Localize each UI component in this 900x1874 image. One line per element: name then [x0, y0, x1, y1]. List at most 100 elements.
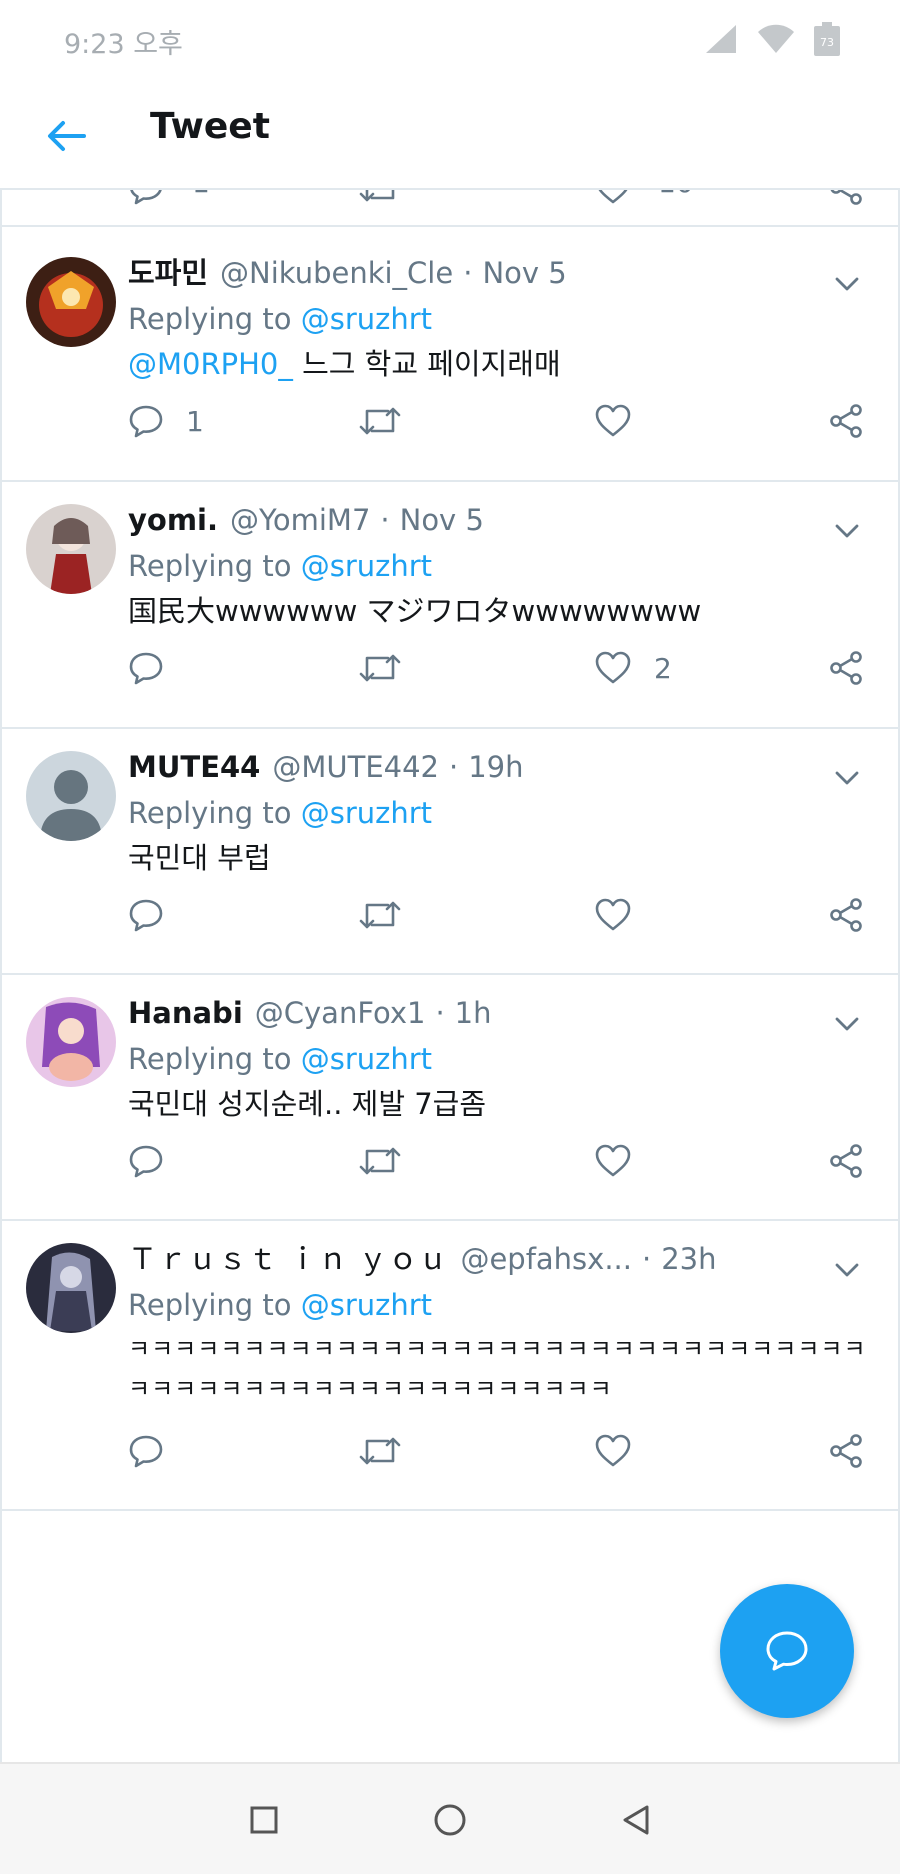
system-back-button[interactable] [614, 1798, 658, 1842]
retweet-icon [359, 1437, 401, 1465]
tweet-actions: 1 [128, 403, 868, 453]
replying-to-line: Replying to @sruzhrt [128, 1039, 868, 1079]
replying-to-label: Replying to [128, 549, 292, 583]
avatar[interactable] [26, 504, 116, 594]
replying-to-mention[interactable]: @sruzhrt [301, 549, 432, 583]
like-icon [595, 404, 631, 437]
avatar-image [26, 1243, 116, 1333]
user-handle[interactable]: @MUTE442 [272, 747, 439, 787]
tweet-actions: 2 [128, 650, 868, 700]
avatar[interactable] [26, 751, 116, 841]
default-avatar-icon [26, 751, 116, 841]
like-button[interactable] [594, 403, 654, 439]
reply-tweet[interactable]: MUTE44 @MUTE442 · 19h Replying to @sruzh… [2, 729, 898, 975]
chevron-down-icon[interactable] [830, 267, 864, 301]
reply-tweet[interactable]: Ｔｒｕｓｔ ｉｎ ｙｏｕ @epfahsx... · 23h Replying … [2, 1221, 898, 1511]
share-button[interactable] [828, 1143, 864, 1179]
replying-to-line: Replying to @sruzhrt [128, 546, 868, 586]
avatar[interactable] [26, 997, 116, 1087]
previous-like-count: 10 [658, 190, 694, 199]
replying-to-label: Replying to [128, 796, 292, 830]
back-button[interactable] [40, 110, 92, 162]
user-handle[interactable]: @Nikubenki_Cle [220, 253, 453, 293]
reply-button[interactable] [128, 650, 186, 686]
signal-icon [706, 25, 736, 53]
share-icon[interactable] [828, 190, 864, 206]
previous-reply-count: 1 [192, 190, 210, 199]
tweet-content: MUTE44 @MUTE442 · 19h Replying to @sruzh… [128, 747, 868, 879]
chevron-down-icon[interactable] [830, 1007, 864, 1041]
compose-reply-button[interactable] [720, 1584, 854, 1718]
chevron-down-icon[interactable] [830, 1253, 864, 1287]
retweet-button[interactable] [358, 897, 424, 933]
share-button[interactable] [828, 403, 864, 439]
reply-tweet[interactable]: Hanabi @CyanFox1 · 1h Replying to @sruzh… [2, 975, 898, 1221]
share-button[interactable] [828, 897, 864, 933]
compose-reply-icon [766, 1631, 808, 1671]
tweet-content: 도파민 @Nikubenki_Cle · Nov 5 Replying to @… [128, 253, 868, 385]
display-name[interactable]: Ｔｒｕｓｔ ｉｎ ｙｏｕ [128, 1239, 448, 1279]
tweet-body: 느그 학교 페이지래매 [292, 347, 561, 381]
display-name[interactable]: Hanabi [128, 993, 243, 1033]
text-mention[interactable]: @M0RPH0_ [128, 347, 293, 381]
like-icon[interactable] [594, 190, 632, 206]
replying-to-line: Replying to @sruzhrt [128, 793, 868, 833]
replying-to-mention[interactable]: @sruzhrt [301, 302, 432, 336]
like-icon [595, 898, 631, 931]
display-name[interactable]: MUTE44 [128, 747, 260, 787]
wifi-icon [758, 24, 794, 53]
reply-button[interactable] [128, 897, 186, 933]
share-icon [830, 898, 862, 932]
like-button[interactable] [594, 897, 654, 933]
user-handle[interactable]: @YomiM7 [230, 500, 370, 540]
home-button[interactable] [428, 1798, 472, 1842]
like-button[interactable] [594, 1433, 654, 1469]
replying-to-mention[interactable]: @sruzhrt [301, 1288, 432, 1322]
tweet-body: 国民大wwwwww マジワロタwwwwwwww [128, 594, 702, 628]
tweet-actions [128, 897, 868, 947]
page-title: Tweet [150, 106, 270, 147]
user-handle[interactable]: @CyanFox1 [255, 993, 426, 1033]
reply-icon [129, 1435, 163, 1468]
replying-to-label: Replying to [128, 1288, 292, 1322]
tweet-body: ㅋㅋㅋㅋㅋㅋㅋㅋㅋㅋㅋㅋㅋㅋㅋㅋㅋㅋㅋㅋㅋㅋㅋㅋㅋㅋㅋㅋㅋㅋㅋㅋㅋㅋㅋㅋㅋㅋㅋㅋ… [128, 1335, 867, 1403]
share-icon [830, 404, 862, 438]
like-button[interactable]: 2 [594, 650, 672, 686]
retweet-button[interactable] [358, 403, 424, 439]
retweet-button[interactable] [358, 650, 424, 686]
retweet-button[interactable] [358, 1433, 424, 1469]
like-icon [595, 1434, 631, 1467]
reply-button[interactable]: 1 [128, 403, 204, 439]
battery-level: 73 [820, 36, 834, 49]
replying-to-mention[interactable]: @sruzhrt [301, 796, 432, 830]
replying-to-mention[interactable]: @sruzhrt [301, 1042, 432, 1076]
avatar-image [26, 504, 116, 594]
display-name[interactable]: yomi. [128, 500, 218, 540]
chevron-down-icon[interactable] [830, 761, 864, 795]
retweet-button[interactable] [358, 1143, 424, 1179]
avatar[interactable] [26, 1243, 116, 1333]
reply-button[interactable] [128, 1433, 186, 1469]
avatar[interactable] [26, 257, 116, 347]
like-button[interactable] [594, 1143, 654, 1179]
reply-feed[interactable]: 1 10 도파민 @Nikubenki_Cle · Nov 5 Replying… [0, 190, 900, 1762]
like-count: 2 [654, 651, 672, 685]
retweet-icon[interactable] [358, 190, 402, 206]
share-icon [830, 1434, 862, 1468]
reply-icon[interactable] [128, 190, 164, 206]
reply-tweet[interactable]: yomi. @YomiM7 · Nov 5 Replying to @sruzh… [2, 482, 898, 729]
display-name[interactable]: 도파민 [128, 253, 208, 293]
tweet-text: 국민대 부럽 [128, 837, 868, 879]
chevron-down-icon[interactable] [830, 514, 864, 548]
share-button[interactable] [828, 1433, 864, 1469]
reply-tweet[interactable]: 도파민 @Nikubenki_Cle · Nov 5 Replying to @… [2, 235, 898, 482]
replying-to-line: Replying to @sruzhrt [128, 299, 868, 339]
reply-button[interactable] [128, 1143, 186, 1179]
share-icon [830, 1144, 862, 1178]
user-handle[interactable]: @epfahsx... [460, 1239, 632, 1279]
tweet-content: Hanabi @CyanFox1 · 1h Replying to @sruzh… [128, 993, 868, 1125]
separator-dot: · [449, 750, 459, 784]
tweet-text: 国民大wwwwww マジワロタwwwwwwww [128, 590, 868, 632]
recents-button[interactable] [242, 1798, 286, 1842]
share-button[interactable] [828, 650, 864, 686]
